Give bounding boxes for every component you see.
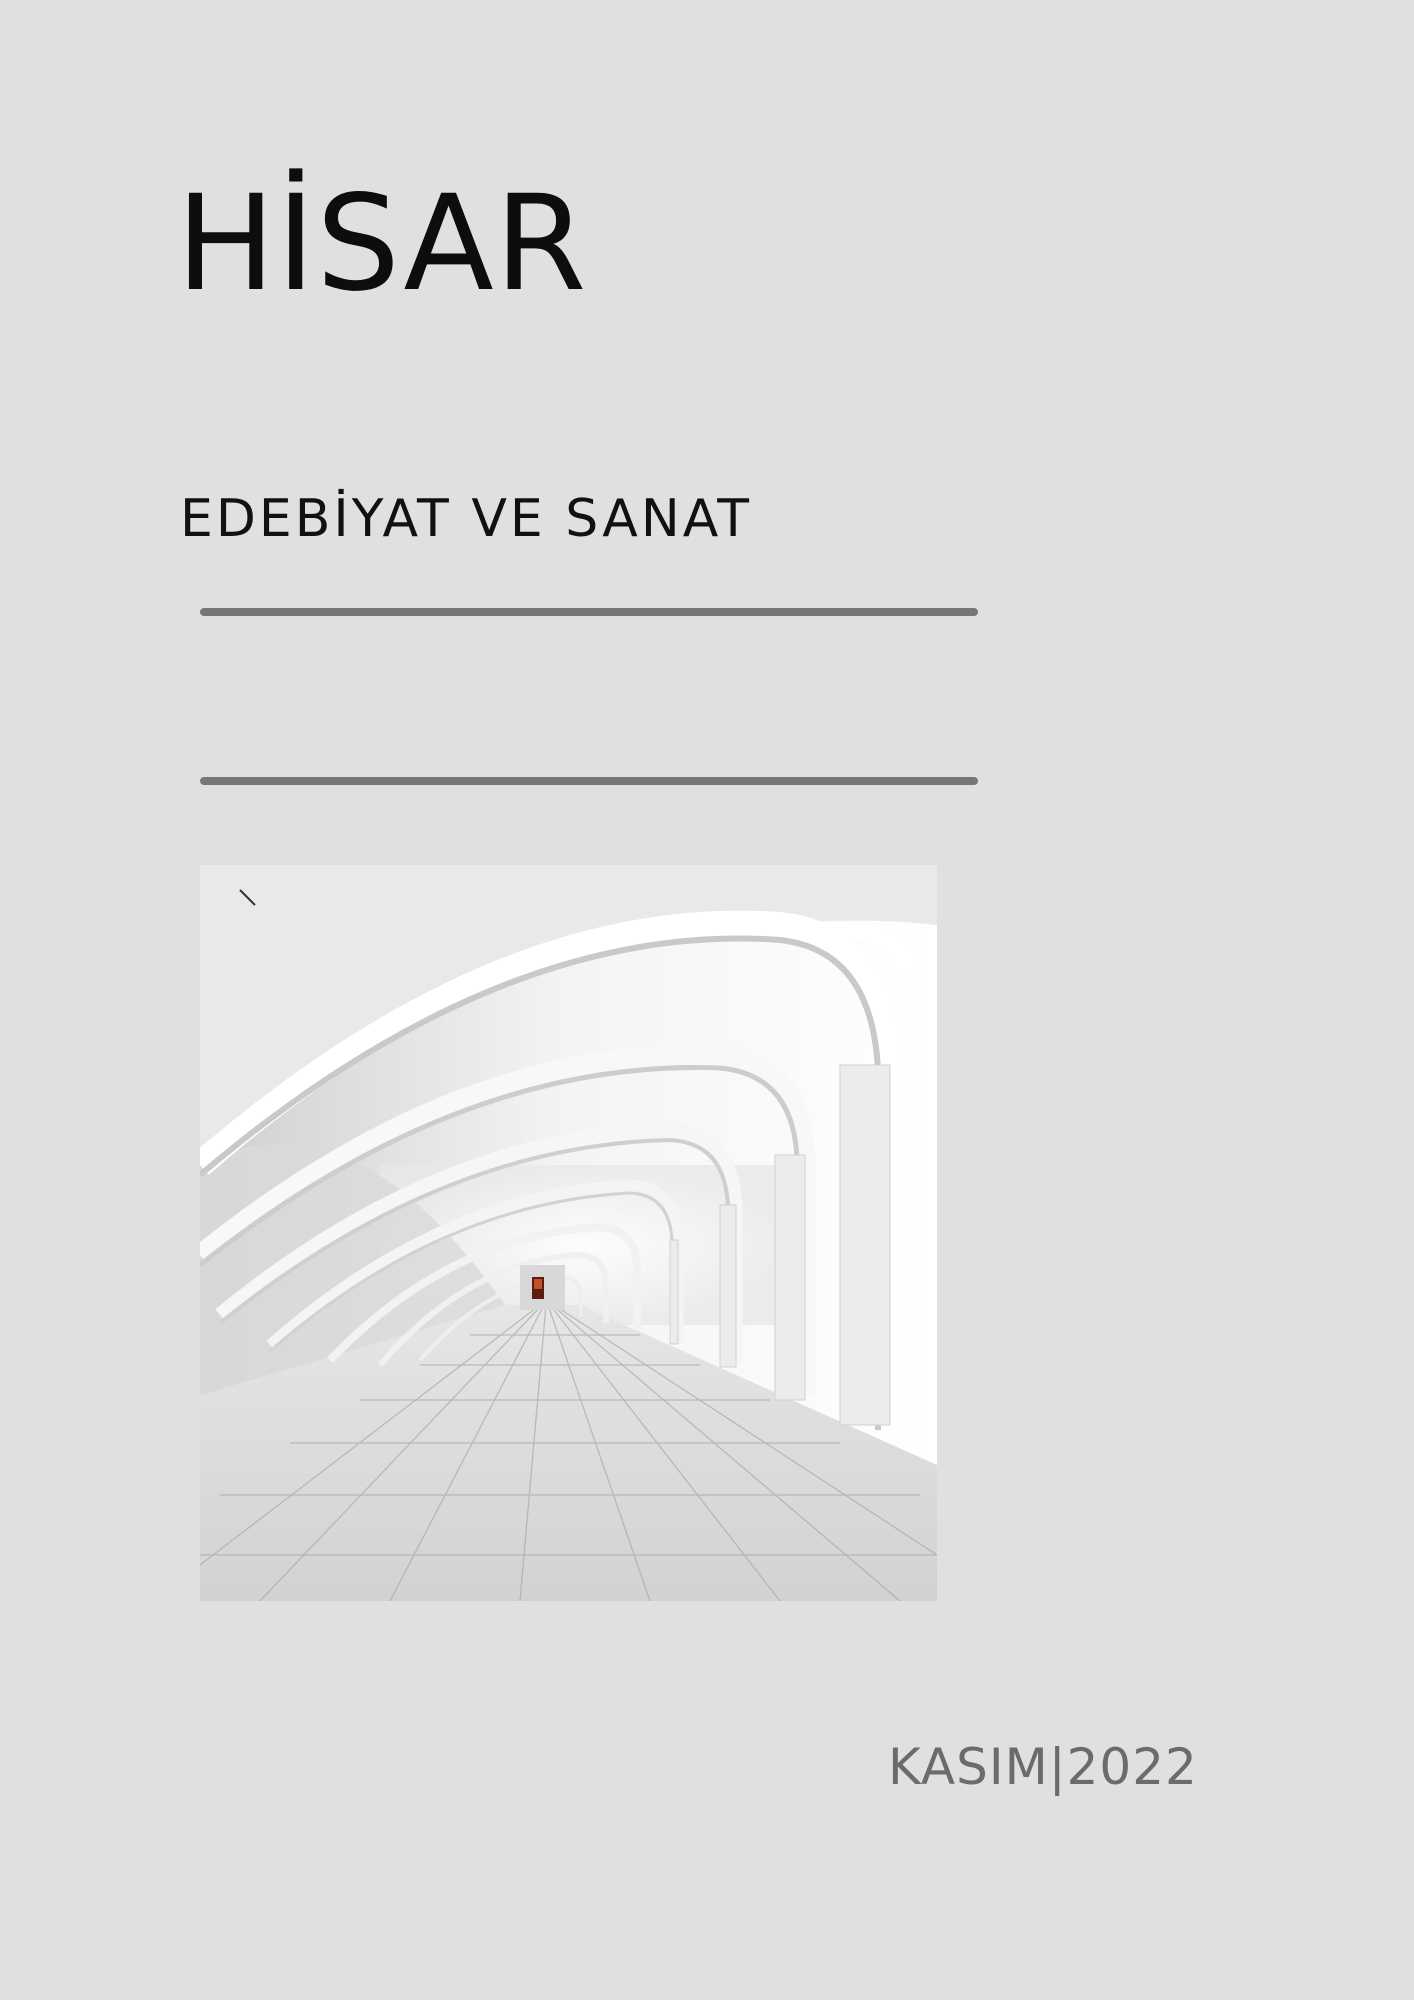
issue-date: KASIM|2022 (888, 1738, 1198, 1796)
magazine-title: HİSAR (176, 167, 588, 321)
divider-top (200, 608, 978, 616)
magazine-subtitle: EDEBİYAT VE SANAT (180, 489, 753, 549)
divider-bottom (200, 777, 978, 785)
corridor-illustration (200, 865, 937, 1601)
cover-photo (200, 865, 937, 1601)
